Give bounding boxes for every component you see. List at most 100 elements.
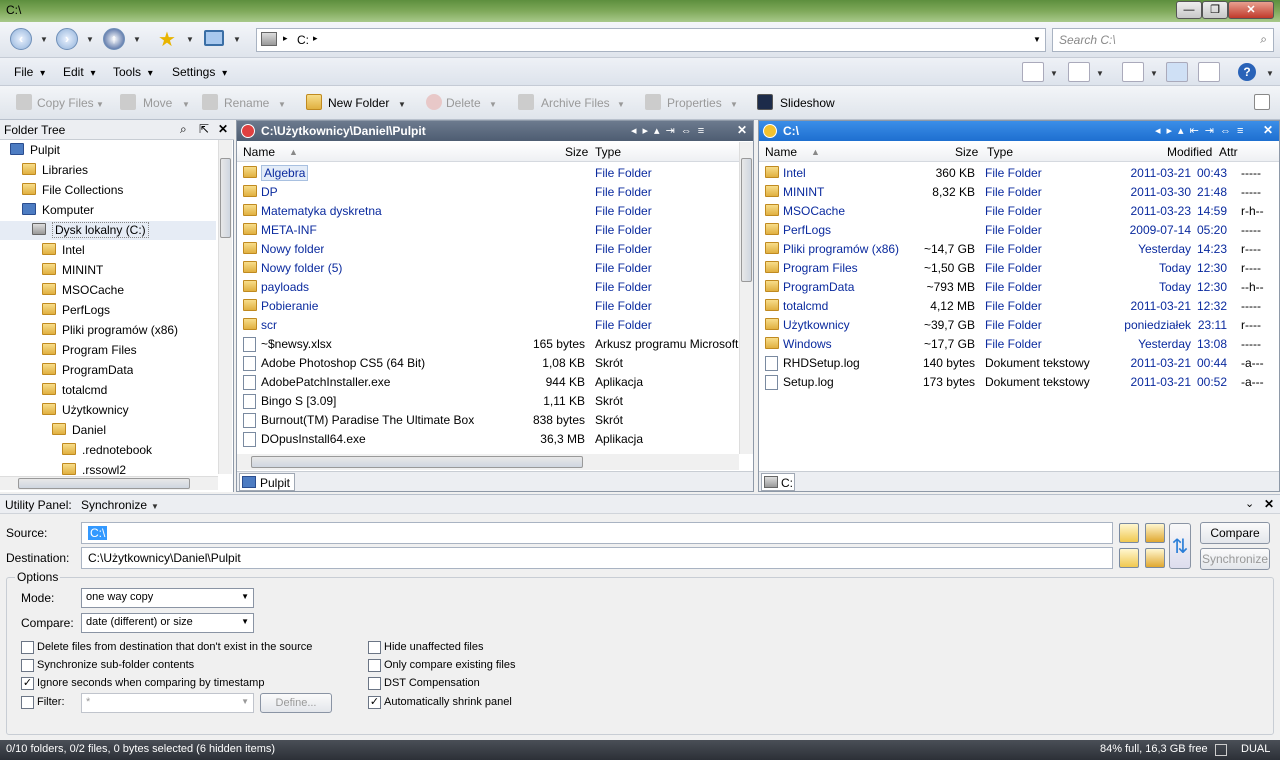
col-size[interactable]: Size xyxy=(955,145,978,159)
dst-checkbox-label[interactable]: DST Compensation xyxy=(384,677,480,689)
minimize-button[interactable]: — xyxy=(1176,1,1202,19)
panel-nav-icons[interactable]: ◂▸▴⇥⇔≡ xyxy=(631,124,710,137)
dual-indicator[interactable]: DUAL xyxy=(1241,743,1270,755)
filter-checkbox-label[interactable]: Filter: xyxy=(37,696,65,708)
forward-icon[interactable]: › xyxy=(56,28,78,50)
computer-nav-icon[interactable] xyxy=(204,30,224,46)
properties-button[interactable]: Properties xyxy=(667,96,722,110)
file-row[interactable]: Nowy folder (5) File Folder xyxy=(237,259,739,278)
tree-item[interactable]: Intel xyxy=(0,241,216,260)
file-row[interactable]: DOpusInstall64.exe 36,3 MB Aplikacja xyxy=(237,430,739,449)
file-row[interactable]: Setup.log 173 bytes Dokument tekstowy 2011-… xyxy=(759,373,1279,392)
view-mode-dropdown-icon[interactable]: ▼ xyxy=(1050,69,1058,78)
col-name[interactable]: Name xyxy=(765,145,797,159)
maximize-button[interactable]: ❐ xyxy=(1202,1,1228,19)
shrink-checkbox[interactable]: ✓ xyxy=(368,696,381,709)
tree-item[interactable]: Pulpit xyxy=(0,141,216,160)
favorites-star-icon[interactable]: ★ xyxy=(158,27,176,52)
left-panel-close-icon[interactable]: ✕ xyxy=(737,123,747,137)
tree-item[interactable]: File Collections xyxy=(0,181,216,200)
only-existing-checkbox-label[interactable]: Only compare existing files xyxy=(384,659,515,671)
col-name[interactable]: Name xyxy=(243,145,275,159)
col-size[interactable]: Size xyxy=(565,145,588,159)
tree-item[interactable]: Pliki programów (x86) xyxy=(0,321,216,340)
col-modified[interactable]: Modified xyxy=(1167,145,1212,159)
filter-checkbox[interactable] xyxy=(21,696,34,709)
file-row[interactable]: META-INF File Folder xyxy=(237,221,739,240)
tab-c-drive[interactable]: C: xyxy=(761,473,795,491)
tree-scroll-thumb[interactable] xyxy=(220,158,231,238)
left-vertical-scrollbar[interactable] xyxy=(739,142,753,454)
delete-checkbox-label[interactable]: Delete files from destination that don't… xyxy=(37,641,312,653)
right-panel-close-icon[interactable]: ✕ xyxy=(1263,123,1273,137)
seconds-checkbox-label[interactable]: Ignore seconds when comparing by timesta… xyxy=(37,677,264,689)
move-button[interactable]: Move xyxy=(143,96,172,110)
file-row[interactable]: Nowy folder File Folder xyxy=(237,240,739,259)
col-type[interactable]: Type xyxy=(987,145,1013,159)
menu-tools[interactable]: Tools xyxy=(113,65,153,79)
rename-button[interactable]: Rename xyxy=(224,96,269,110)
utility-close-icon[interactable]: ✕ xyxy=(1264,497,1274,511)
mode-select[interactable]: one way copy xyxy=(81,588,254,608)
file-row[interactable]: RHDSetup.log 140 bytes Dokument tekstowy 20… xyxy=(759,354,1279,373)
synchronize-button[interactable]: Synchronize xyxy=(1200,548,1270,570)
file-row[interactable]: scr File Folder xyxy=(237,316,739,335)
layout-icon[interactable] xyxy=(1122,62,1144,82)
close-button[interactable]: ✕ xyxy=(1228,1,1274,19)
search-input[interactable]: Search C:\ ⌕ xyxy=(1052,28,1274,52)
utility-mode-dropdown[interactable]: Synchronize xyxy=(81,498,147,512)
subfolder-checkbox[interactable] xyxy=(21,659,34,672)
tree-item[interactable]: totalcmd xyxy=(0,381,216,400)
destination-lock-icon[interactable] xyxy=(1145,548,1165,568)
delete-checkbox[interactable] xyxy=(21,641,34,654)
help-icon[interactable]: ? xyxy=(1238,63,1256,81)
col-attr[interactable]: Attr xyxy=(1219,145,1238,159)
tree-close-icon[interactable]: ✕ xyxy=(218,122,228,136)
copy-dropdown-icon[interactable]: ▼ xyxy=(96,100,104,109)
subfolder-checkbox-label[interactable]: Synchronize sub-folder contents xyxy=(37,659,194,671)
tree-item[interactable]: MSOCache xyxy=(0,281,216,300)
tree-item[interactable]: Libraries xyxy=(0,161,216,180)
hide-checkbox[interactable] xyxy=(368,641,381,654)
left-horizontal-scrollbar[interactable] xyxy=(237,454,739,470)
seconds-checkbox[interactable]: ✓ xyxy=(21,677,34,690)
menu-settings[interactable]: Settings xyxy=(172,65,227,79)
file-row[interactable]: Bingo S [3.09] 1,11 KB Skrót xyxy=(237,392,739,411)
file-row[interactable]: Program Files ~1,50 GB File Folder Today 12:… xyxy=(759,259,1279,278)
breadcrumb-drive[interactable]: C: xyxy=(297,33,309,47)
menu-edit[interactable]: Edit xyxy=(63,65,96,79)
tree-vertical-scrollbar[interactable] xyxy=(218,140,232,474)
forward-dropdown-icon[interactable]: ▼ xyxy=(86,35,94,44)
only-existing-checkbox[interactable] xyxy=(368,659,381,672)
menu-file[interactable]: File xyxy=(14,65,45,79)
file-row[interactable]: Pliki programów (x86) ~14,7 GB File Folder… xyxy=(759,240,1279,259)
back-dropdown-icon[interactable]: ▼ xyxy=(40,35,48,44)
file-row[interactable]: ProgramData ~793 MB File Folder Today 12:30-… xyxy=(759,278,1279,297)
toolbar-options-icon[interactable] xyxy=(1254,94,1270,110)
help-dropdown-icon[interactable]: ▼ xyxy=(1266,69,1274,78)
file-row[interactable]: AdobePatchInstaller.exe 944 KB Aplikacja xyxy=(237,373,739,392)
archive-files-button[interactable]: Archive Files xyxy=(541,96,610,110)
up-dropdown-icon[interactable]: ▼ xyxy=(133,35,141,44)
file-row[interactable]: ~$newsy.xlsx 165 bytes Arkusz programu Mic… xyxy=(237,335,739,354)
tree-item[interactable]: Dysk lokalny (C:) xyxy=(0,221,216,240)
dual-pane-status-icon[interactable] xyxy=(1215,744,1227,756)
properties-dropdown-icon[interactable]: ▼ xyxy=(730,100,738,109)
tree-item[interactable]: Daniel xyxy=(0,421,216,440)
file-row[interactable]: PerfLogs File Folder 2009-07-14 05:20 ----- xyxy=(759,221,1279,240)
slideshow-button[interactable]: Slideshow xyxy=(780,96,835,110)
breadcrumb-separator-icon[interactable]: ▸ xyxy=(313,33,318,44)
tree-horizontal-scrollbar[interactable] xyxy=(0,476,218,490)
col-type[interactable]: Type xyxy=(595,145,621,159)
tab-pulpit[interactable]: Pulpit xyxy=(239,473,295,491)
new-folder-dropdown-icon[interactable]: ▼ xyxy=(398,100,406,109)
tree-item[interactable]: .rednotebook xyxy=(0,441,216,460)
copy-files-button[interactable]: Copy Files xyxy=(37,96,94,110)
layout-dropdown-icon[interactable]: ▼ xyxy=(1150,69,1158,78)
tree-item[interactable]: Program Files xyxy=(0,341,216,360)
file-row[interactable]: Burnout(TM) Paradise The Ultimate Box 838… xyxy=(237,411,739,430)
move-dropdown-icon[interactable]: ▼ xyxy=(182,100,190,109)
preview-pane-icon[interactable] xyxy=(1198,62,1220,82)
define-button[interactable]: Define... xyxy=(260,693,332,713)
tree-hscroll-thumb[interactable] xyxy=(18,478,190,489)
